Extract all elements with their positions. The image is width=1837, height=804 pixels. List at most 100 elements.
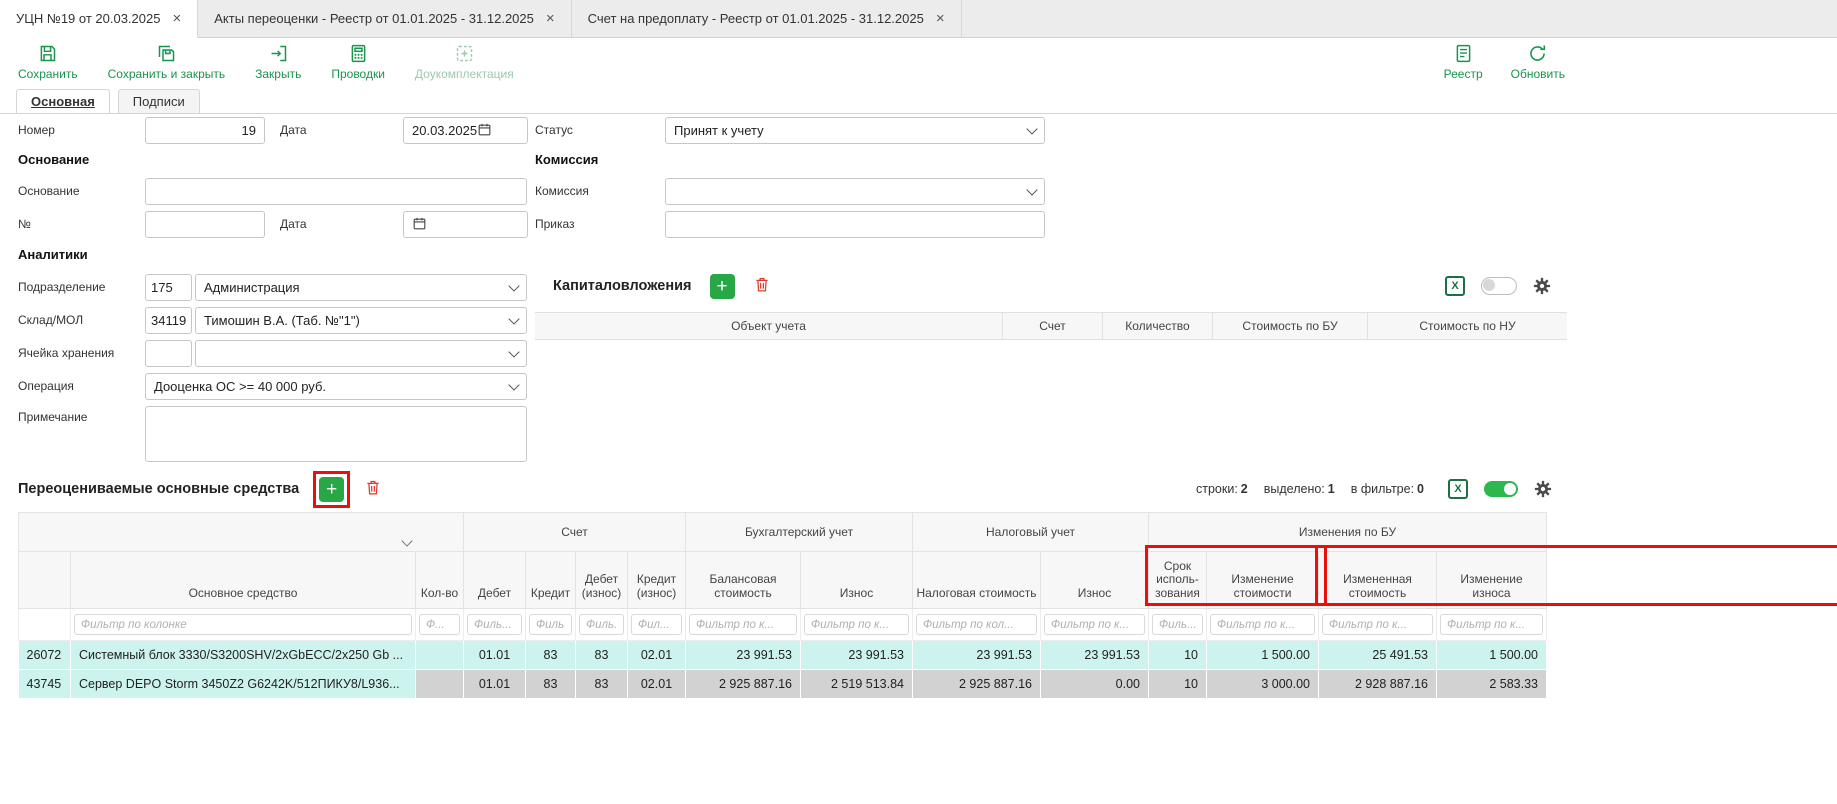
column-header[interactable]: Дебет (464, 552, 526, 609)
column-filter-input[interactable] (467, 614, 522, 635)
cell: 83 (576, 670, 628, 699)
capital-column-header[interactable]: Счет (1002, 313, 1102, 339)
basis-number-input[interactable] (145, 211, 265, 238)
chevron-down-icon (508, 379, 519, 390)
column-filter-input[interactable] (804, 614, 909, 635)
column-header[interactable]: Износ (1041, 552, 1149, 609)
document-tab[interactable]: Акты переоценки - Реестр от 01.01.2025 -… (198, 0, 571, 37)
column-header[interactable]: Дебет (износ) (576, 552, 628, 609)
grid-status-bar: строки:2 выделено:1 в фильтре:0 (1196, 482, 1424, 496)
basis-input[interactable] (145, 178, 527, 205)
column-header[interactable]: Налоговая стоимость (913, 552, 1041, 609)
column-filter-input[interactable] (1210, 614, 1315, 635)
postings-button[interactable]: Проводки (331, 43, 385, 81)
settings-gear-icon[interactable] (1533, 277, 1551, 295)
table-row[interactable]: 26072Системный блок 3330/S3200SHV/2xGbEC… (19, 641, 1547, 670)
commission-label: Комиссия (535, 184, 589, 198)
department-select[interactable]: Администрация (195, 274, 527, 301)
capital-table-body (535, 340, 1567, 436)
storage-cell-select[interactable] (195, 340, 527, 367)
close-icon[interactable]: × (936, 11, 945, 26)
column-header[interactable]: Кредит (526, 552, 576, 609)
capital-column-header[interactable]: Стоимость по НУ (1367, 313, 1567, 339)
table-row[interactable]: 43745Сервер DEPO Storm 3450Z2 G6242K/512… (19, 670, 1547, 699)
refresh-button[interactable]: Обновить (1511, 43, 1565, 81)
add-asset-button[interactable]: + (319, 477, 344, 502)
cell: 0.00 (1041, 670, 1149, 699)
cell: 23 991.53 (913, 641, 1041, 670)
toolbar: Сохранить Сохранить и закрыть Закрыть Пр… (0, 38, 1837, 87)
cell: 83 (526, 670, 576, 699)
column-header[interactable]: Изменение стоимости (1207, 552, 1319, 609)
capital-column-header[interactable]: Количество (1102, 313, 1212, 339)
column-header[interactable]: Кредит (износ) (628, 552, 686, 609)
column-header[interactable]: Измененная стоимость (1319, 552, 1437, 609)
grid-toggle[interactable] (1481, 277, 1517, 295)
tab-signatures[interactable]: Подписи (118, 89, 200, 113)
column-filter-input[interactable] (529, 614, 572, 635)
excel-export-icon[interactable]: X (1445, 276, 1465, 296)
column-header[interactable] (19, 552, 71, 609)
settings-gear-icon[interactable] (1534, 480, 1552, 498)
save-button[interactable]: Сохранить (18, 43, 78, 81)
recompletion-button[interactable]: Доукомплектация (415, 43, 514, 81)
column-filter-input[interactable] (689, 614, 797, 635)
date-value: 20.03.2025 (412, 123, 477, 138)
document-tab[interactable]: Счет на предоплату - Реестр от 01.01.202… (572, 0, 962, 37)
analytics-section-title: Аналитики (18, 247, 88, 262)
column-filter-input[interactable] (1440, 614, 1543, 635)
column-header[interactable]: Основное средство (71, 552, 416, 609)
selected-count: выделено:1 (1264, 482, 1335, 496)
column-filter-input[interactable] (1322, 614, 1433, 635)
column-filter-input[interactable] (74, 614, 412, 635)
column-filter-input[interactable] (916, 614, 1037, 635)
commission-select[interactable] (665, 178, 1045, 205)
filter-cell (1207, 609, 1319, 641)
document-tab-label: Счет на предоплату - Реестр от 01.01.202… (588, 11, 924, 26)
refresh-label: Обновить (1511, 67, 1565, 81)
order-input[interactable] (665, 211, 1045, 238)
date-field[interactable]: 20.03.2025 (403, 117, 528, 144)
warehouse-code-input[interactable] (145, 307, 192, 334)
order-label: Приказ (535, 217, 575, 231)
column-filter-input[interactable] (1152, 614, 1203, 635)
close-button[interactable]: Закрыть (255, 43, 301, 81)
department-code-input[interactable] (145, 274, 192, 301)
column-filter-input[interactable] (579, 614, 624, 635)
column-filter-input[interactable] (419, 614, 460, 635)
basis-date-field[interactable] (403, 211, 528, 238)
delete-asset-button[interactable] (364, 478, 382, 500)
status-select[interactable]: Принят к учету (665, 117, 1045, 144)
column-filter-input[interactable] (631, 614, 682, 635)
tab-main[interactable]: Основная (16, 89, 110, 113)
basis-label: Основание (18, 184, 80, 198)
warehouse-select[interactable]: Тимошин В.А. (Таб. №"1") (195, 307, 527, 334)
close-icon[interactable]: × (546, 11, 555, 26)
column-header[interactable]: Кол-во (416, 552, 464, 609)
note-textarea[interactable] (145, 406, 527, 462)
registry-label: Реестр (1444, 67, 1483, 81)
filter-row (19, 609, 1547, 641)
cell: Системный блок 3330/S3200SHV/2xGbECC/2x2… (71, 641, 416, 670)
number-input[interactable] (145, 117, 265, 144)
storage-cell-code-input[interactable] (145, 340, 192, 367)
add-row-button[interactable]: + (710, 274, 735, 299)
registry-button[interactable]: Реестр (1444, 43, 1483, 81)
save-and-close-button[interactable]: Сохранить и закрыть (108, 43, 225, 81)
capital-column-header[interactable]: Объект учета (535, 313, 1002, 339)
column-filter-input[interactable] (1044, 614, 1145, 635)
close-icon[interactable]: × (172, 11, 181, 26)
exit-icon (268, 43, 289, 64)
delete-row-button[interactable] (753, 275, 771, 297)
excel-export-icon[interactable]: X (1448, 479, 1468, 499)
column-header[interactable]: Срок исполь-зования (1149, 552, 1207, 609)
sort-chevron-icon[interactable] (401, 535, 412, 546)
document-tab-active[interactable]: УЦН №19 от 20.03.2025 × (0, 0, 198, 38)
column-header[interactable]: Балансовая стоимость (686, 552, 801, 609)
cell: 1 500.00 (1437, 641, 1547, 670)
grid-toggle[interactable] (1484, 481, 1518, 497)
column-header[interactable]: Изменение износа (1437, 552, 1547, 609)
capital-column-header[interactable]: Стоимость по БУ (1212, 313, 1367, 339)
operation-select[interactable]: Дооценка ОС >= 40 000 руб. (145, 373, 527, 400)
column-header[interactable]: Износ (801, 552, 913, 609)
